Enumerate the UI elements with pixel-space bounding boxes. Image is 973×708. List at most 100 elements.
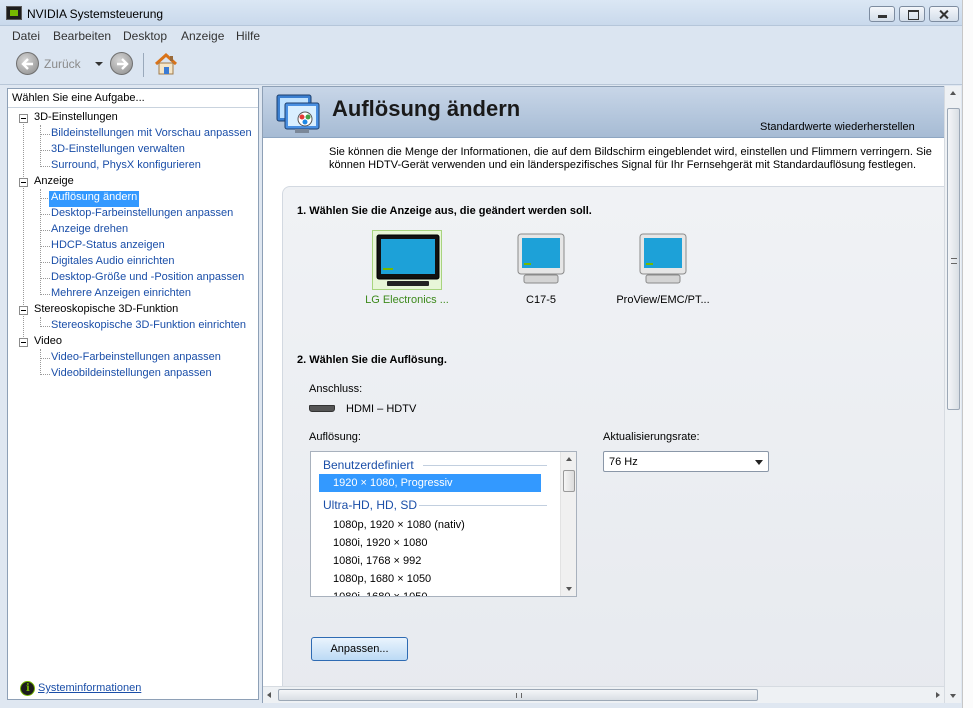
system-info-link[interactable]: Systeminformationen — [38, 682, 141, 694]
tree-item-mehrere-anzeigen[interactable]: Mehrere Anzeigen einrichten — [51, 287, 191, 303]
tree-item-anzeige-drehen[interactable]: Anzeige drehen — [51, 223, 128, 239]
menu-bearbeiten[interactable]: Bearbeiten — [53, 29, 111, 43]
page-description: Sie können die Menge der Informationen, … — [329, 146, 932, 171]
menu-anzeige[interactable]: Anzeige — [181, 29, 224, 43]
horizontal-scroll-thumb[interactable] — [278, 689, 758, 701]
refresh-rate-select[interactable]: 76 Hz — [603, 451, 769, 472]
home-icon — [154, 52, 178, 75]
tree-item-desktop-farbe[interactable]: Desktop-Farbeinstellungen anpassen — [51, 207, 233, 223]
home-button[interactable] — [153, 51, 179, 77]
grip-icon — [951, 258, 957, 264]
display-label: ProView/EMC/PT... — [616, 294, 710, 306]
tree-connector — [40, 358, 50, 359]
task-pane-divider — [8, 107, 258, 108]
resolution-label: Auflösung: — [309, 431, 361, 443]
scroll-down-icon[interactable] — [950, 694, 956, 698]
scroll-left-icon[interactable] — [267, 692, 271, 698]
tree-connector — [40, 326, 50, 327]
res-group-uhd: Ultra-HD, HD, SD — [323, 498, 418, 512]
history-dropdown-icon[interactable] — [95, 62, 103, 66]
menu-desktop[interactable]: Desktop — [123, 29, 167, 43]
tree-item-surround-physx[interactable]: Surround, PhysX konfigurieren — [51, 159, 201, 175]
scroll-thumb[interactable] — [563, 470, 575, 492]
tree-connector — [40, 278, 50, 279]
resolution-scrollbar[interactable] — [560, 452, 576, 596]
menu-hilfe[interactable]: Hilfe — [236, 29, 260, 43]
back-button[interactable] — [16, 52, 39, 75]
expander-3d[interactable] — [19, 114, 28, 123]
tree-connector — [40, 262, 50, 263]
connection-label: Anschluss: — [309, 383, 363, 395]
resolution-listbox[interactable]: Benutzerdefiniert 1920 × 1080, Progressi… — [310, 451, 577, 597]
vertical-scroll-thumb[interactable] — [947, 108, 960, 410]
content-vertical-scrollbar[interactable] — [944, 86, 961, 703]
tree-connector — [40, 294, 50, 295]
tree-item-bildeinstellungen[interactable]: Bildeinstellungen mit Vorschau anpassen — [51, 127, 252, 143]
res-item-1080i-1920[interactable]: 1080i, 1920 × 1080 — [319, 534, 541, 552]
tree-connector — [40, 125, 41, 167]
menu-bar: Datei Bearbeiten Desktop Anzeige Hilfe — [0, 26, 973, 45]
tree-item-digitales-audio[interactable]: Digitales Audio einrichten — [51, 255, 175, 271]
res-item-1080p-1680[interactable]: 1080p, 1680 × 1050 — [319, 570, 541, 588]
tree-category-stereo[interactable]: Stereoskopische 3D-Funktion — [34, 303, 178, 319]
res-item-1080i-1768[interactable]: 1080i, 1768 × 992 — [319, 552, 541, 570]
expander-stereo[interactable] — [19, 306, 28, 315]
display-c17-5[interactable]: C17-5 — [476, 230, 606, 310]
refresh-rate-value: 76 Hz — [609, 456, 638, 468]
content-horizontal-scrollbar[interactable] — [263, 686, 944, 703]
tree-category-3d[interactable]: 3D-Einstellungen — [34, 111, 118, 127]
res-item-custom-1920x1080[interactable]: 1920 × 1080, Progressiv — [319, 474, 541, 492]
tree-connector — [40, 134, 50, 135]
tree-category-anzeige[interactable]: Anzeige — [34, 175, 74, 191]
scroll-up-icon[interactable] — [566, 457, 572, 461]
display-lg-electronics[interactable]: LG Electronics ... — [310, 230, 449, 310]
expander-video[interactable] — [19, 338, 28, 347]
chevron-down-icon — [755, 460, 763, 465]
display-frame — [506, 230, 576, 290]
tree-connector — [40, 230, 50, 231]
tree-connector — [40, 374, 50, 375]
restore-defaults-link[interactable]: Standardwerte wiederherstellen — [760, 121, 915, 133]
tree-item-desktop-groesse[interactable]: Desktop-Größe und -Position anpassen — [51, 271, 244, 287]
settings-panel: 1. Wählen Sie die Anzeige aus, die geänd… — [282, 186, 944, 702]
menu-datei[interactable]: Datei — [12, 29, 40, 43]
close-button[interactable] — [929, 6, 959, 22]
task-pane-header: Wählen Sie eine Aufgabe... — [12, 92, 145, 104]
tree-item-3d-verwalten[interactable]: 3D-Einstellungen verwalten — [51, 143, 185, 159]
display-label: C17-5 — [526, 294, 556, 306]
tree-connector — [40, 166, 50, 167]
tree-category-video[interactable]: Video — [34, 335, 62, 351]
connection-value: HDMI – HDTV — [346, 403, 417, 415]
tree-connector — [40, 189, 41, 295]
grip-icon — [516, 693, 522, 698]
group-divider — [419, 505, 547, 506]
tree-connector — [40, 150, 50, 151]
scroll-right-icon[interactable] — [936, 692, 940, 698]
info-icon — [20, 681, 35, 696]
tree-connector — [40, 349, 41, 375]
scroll-up-icon[interactable] — [950, 91, 956, 95]
scroll-down-icon[interactable] — [566, 587, 572, 591]
display-proview[interactable]: ProView/EMC/PT... — [598, 230, 728, 310]
tree-item-video-farbe[interactable]: Video-Farbeinstellungen anpassen — [51, 351, 221, 367]
toolbar-separator — [143, 53, 144, 77]
tree-item-hdcp-status[interactable]: HDCP-Status anzeigen — [51, 239, 165, 255]
tree-item-videobild[interactable]: Videobildeinstellungen anpassen — [51, 367, 212, 383]
display-label: LG Electronics ... — [365, 294, 449, 306]
customize-button[interactable]: Anpassen... — [311, 637, 408, 661]
forward-arrow-icon — [117, 58, 129, 70]
tree-item-aufloesung-aendern[interactable]: Auflösung ändern — [49, 191, 140, 207]
res-item-1080i-1680[interactable]: 1080i, 1680 × 1050 — [319, 588, 541, 596]
monitor-icon — [639, 233, 687, 284]
res-item-1080p-native[interactable]: 1080p, 1920 × 1080 (nativ) — [319, 516, 541, 534]
resolution-page-icon — [275, 93, 321, 135]
window-title: NVIDIA Systemsteuerung — [27, 7, 164, 21]
back-label[interactable]: Zurück — [44, 57, 81, 71]
display-selection-frame — [372, 230, 442, 290]
maximize-button[interactable] — [899, 6, 925, 22]
task-pane: Wählen Sie eine Aufgabe... 3D-Einstellun… — [7, 88, 259, 700]
forward-button[interactable] — [110, 52, 133, 75]
minimize-button[interactable] — [869, 6, 895, 22]
expander-anzeige[interactable] — [19, 178, 28, 187]
tree-item-stereo-einrichten[interactable]: Stereoskopische 3D-Funktion einrichten — [51, 319, 246, 335]
